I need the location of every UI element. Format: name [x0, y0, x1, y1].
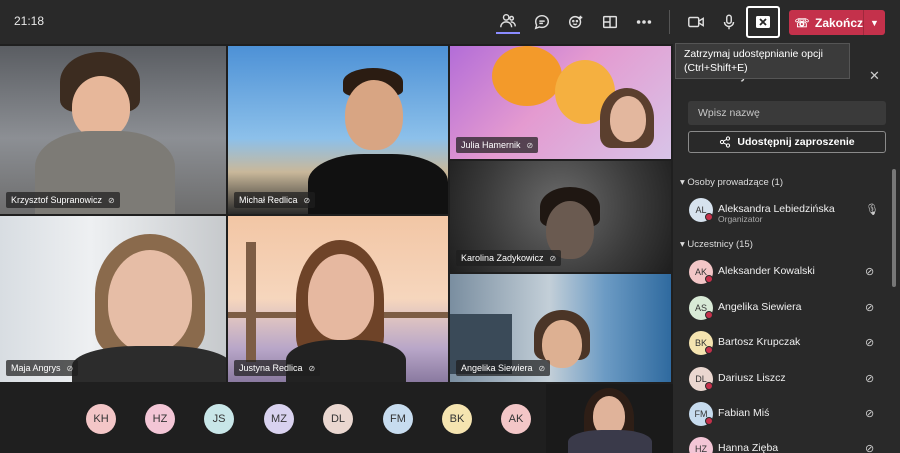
stop-share-icon	[756, 16, 770, 28]
microphone-icon[interactable]	[717, 10, 741, 34]
hang-up-icon: ☏	[794, 15, 810, 30]
status-badge	[705, 382, 713, 390]
participant-avatar[interactable]: MZ	[264, 404, 294, 434]
video-tile[interactable]: Maja Angrys ⊘	[0, 216, 226, 382]
participant-name-label: Angelika Siewiera ⊘	[456, 360, 551, 376]
self-video-preview[interactable]	[546, 384, 673, 453]
participant-list-item[interactable]: HZ Hanna Zięba ⊘	[689, 436, 889, 453]
video-tile[interactable]: Michał Redlica ⊘	[228, 46, 448, 214]
participant-list-item[interactable]: AL Aleksandra Lebiedzińska Organizator 🎙	[689, 197, 889, 224]
participant-avatar[interactable]: HZ	[145, 404, 175, 434]
video-tile[interactable]: Krzysztof Supranowicz ⊘	[0, 46, 226, 214]
stop-sharing-button[interactable]	[746, 6, 780, 38]
participant-name-label: Karolina Zadykowicz ⊘	[456, 250, 562, 266]
participant-name-label: Michał Redlica ⊘	[234, 192, 316, 208]
video-tile[interactable]: Karolina Zadykowicz ⊘	[450, 161, 671, 272]
mic-off-icon: ⊘	[865, 302, 875, 314]
participant-avatar[interactable]: KH	[86, 404, 116, 434]
mic-off-icon: ⊘	[108, 195, 115, 205]
meeting-timer: 21:18	[14, 14, 45, 28]
mic-off-icon: ⊘	[865, 337, 875, 349]
status-badge	[705, 275, 713, 283]
close-icon[interactable]: ✕	[869, 68, 880, 84]
participant-avatar[interactable]: DL	[323, 404, 353, 434]
mic-off-icon: ⊘	[865, 408, 875, 420]
overflow-participants-row: KH HZ JS MZ DL FM BK AK	[0, 384, 545, 453]
avatar: HZ	[689, 437, 713, 453]
mic-off-icon: ⊘	[549, 253, 557, 263]
participants-panel: Uczestnicy ✕ Udostępnij zaproszenie ▾ Os…	[673, 44, 900, 453]
participants-icon[interactable]	[496, 10, 520, 34]
participant-list-item[interactable]: AS Angelika Siewiera ⊘	[689, 295, 889, 321]
participant-name: Hanna Zięba	[718, 442, 779, 453]
participant-list-item[interactable]: BK Bartosz Krupczak ⊘	[689, 330, 889, 356]
presenters-section-header[interactable]: ▾ Osoby prowadzące (1)	[680, 177, 783, 188]
participant-list-item[interactable]: FM Fabian Miś ⊘	[689, 401, 889, 427]
participant-list-item[interactable]: AK Aleksander Kowalski ⊘	[689, 259, 889, 285]
share-icon	[720, 136, 731, 148]
participant-avatar[interactable]: AK	[501, 404, 531, 434]
chat-icon[interactable]	[530, 10, 554, 34]
mic-off-icon: ⊘	[66, 363, 74, 373]
participant-name-label: Justyna Redlica ⊘	[234, 360, 321, 376]
status-badge	[705, 346, 713, 354]
attendees-section-header[interactable]: ▾ Uczestnicy (15)	[680, 239, 753, 250]
participant-role: Organizator	[718, 214, 763, 224]
toolbar-divider	[669, 10, 670, 34]
participant-avatar[interactable]: JS	[204, 404, 234, 434]
participant-name: Dariusz Liszcz	[718, 372, 786, 384]
mic-off-icon: ⊘	[865, 373, 875, 385]
camera-icon[interactable]	[684, 10, 708, 34]
mic-off-icon: ⊘	[865, 266, 875, 278]
leave-label: Zakończ	[815, 15, 864, 30]
video-tile[interactable]: Julia Hamernik ⊘	[450, 46, 671, 159]
participant-avatar[interactable]: BK	[442, 404, 472, 434]
participant-avatar[interactable]: FM	[383, 404, 413, 434]
participant-list-item[interactable]: DL Dariusz Liszcz ⊘	[689, 366, 889, 392]
participant-name-label: Julia Hamernik ⊘	[456, 137, 539, 153]
mic-off-icon: ⊘	[526, 140, 534, 150]
status-badge	[705, 417, 713, 425]
participant-name: Bartosz Krupczak	[718, 336, 801, 348]
mic-off-icon: ⊘	[865, 443, 875, 453]
video-tile[interactable]: Angelika Siewiera ⊘	[450, 274, 671, 382]
more-options-icon[interactable]	[632, 10, 656, 34]
participant-name-label: Maja Angrys ⊘	[6, 360, 79, 376]
microphone-icon: 🎙	[865, 204, 879, 216]
participant-name-label: Krzysztof Supranowicz ⊘	[6, 192, 120, 208]
stop-sharing-tooltip: Zatrzymaj udostępnianie opcji (Ctrl+Shif…	[675, 43, 850, 79]
scrollbar[interactable]	[892, 169, 896, 287]
rooms-icon[interactable]	[598, 10, 622, 34]
search-input[interactable]	[688, 101, 886, 125]
participant-name: Aleksander Kowalski	[718, 265, 815, 277]
video-tile[interactable]: Justyna Redlica ⊘	[228, 216, 448, 382]
reactions-icon[interactable]	[564, 10, 588, 34]
leave-button[interactable]: ☏ Zakończ ▼	[789, 10, 885, 35]
participant-name: Angelika Siewiera	[718, 301, 802, 313]
video-grid: Krzysztof Supranowicz ⊘ Michał Redlica ⊘ J…	[0, 44, 673, 384]
mic-off-icon: ⊘	[303, 195, 311, 205]
background-orb	[492, 46, 562, 106]
bridge-tower	[246, 242, 256, 362]
mic-off-icon: ⊘	[308, 363, 316, 373]
status-badge	[705, 311, 713, 319]
participant-name: Fabian Miś	[718, 407, 770, 419]
share-invite-button[interactable]: Udostępnij zaproszenie	[688, 131, 886, 153]
mic-off-icon: ⊘	[538, 363, 546, 373]
status-badge	[705, 213, 713, 221]
meeting-toolbar: 21:18 ☏ Zakończ ▼	[0, 0, 900, 44]
chevron-down-icon[interactable]: ▼	[863, 10, 885, 35]
